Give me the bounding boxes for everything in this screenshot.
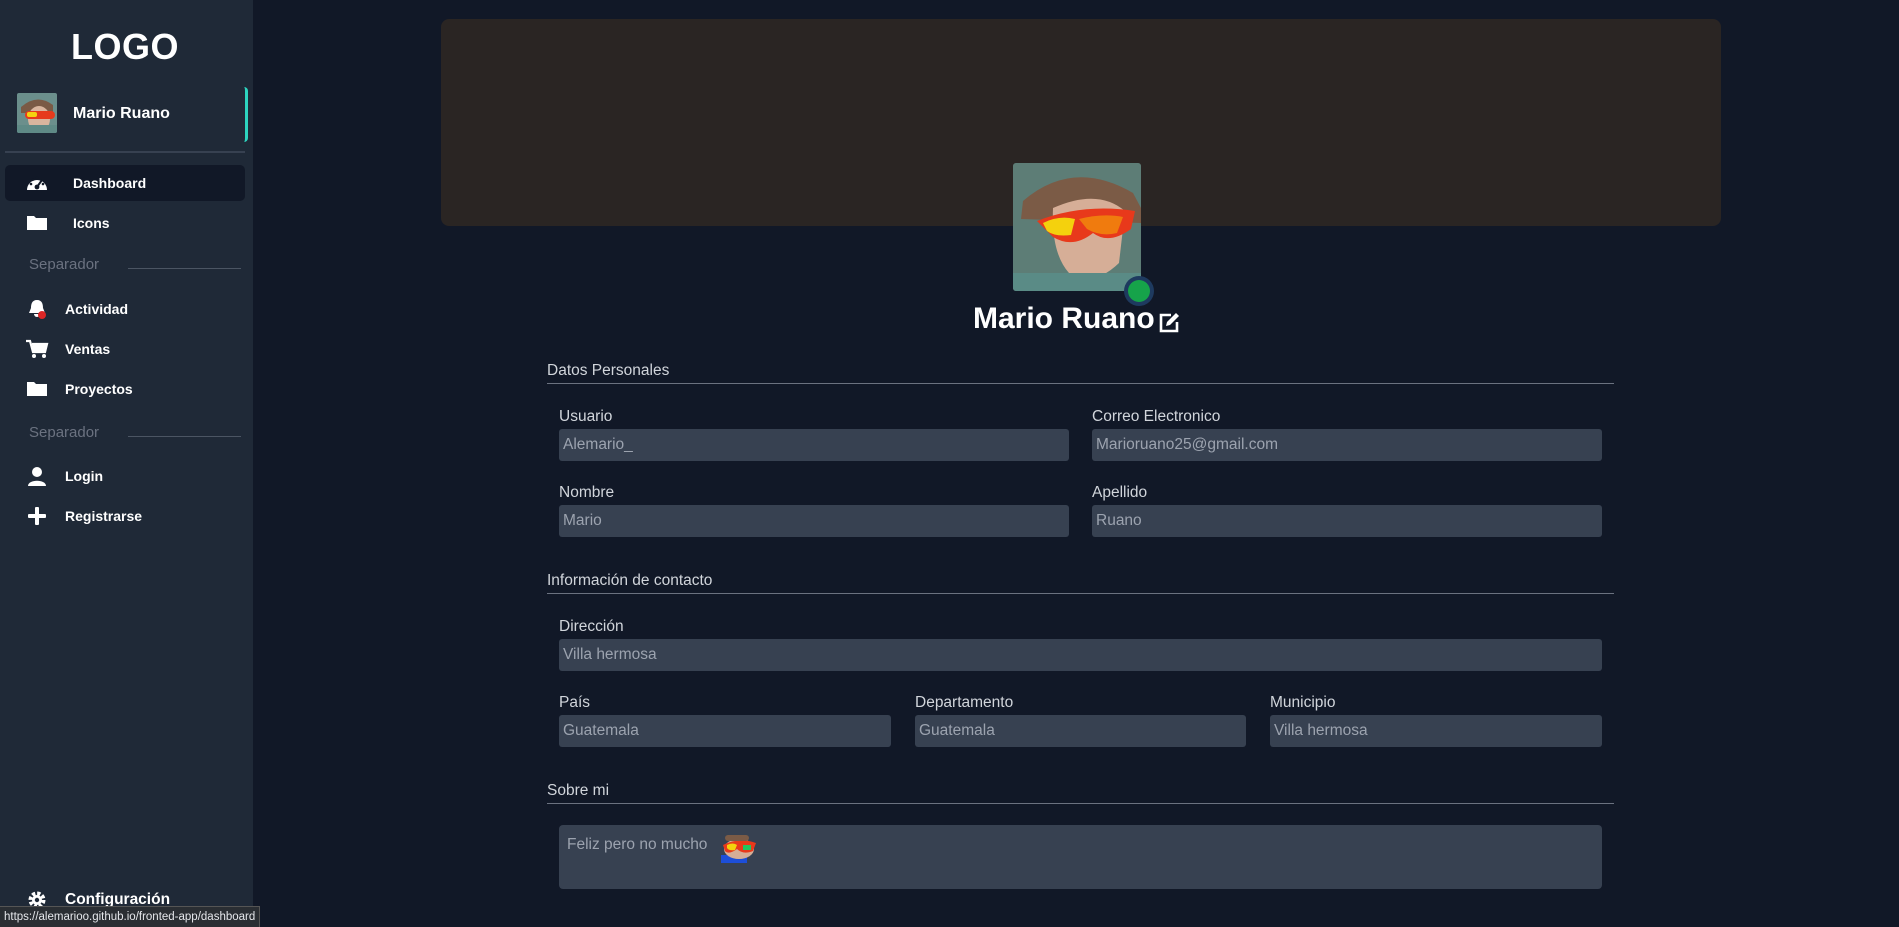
sidebar-item-icons[interactable]: Icons <box>5 205 245 241</box>
separator-label: Separador <box>29 424 100 441</box>
sidebar-item-registrarse[interactable]: Registrarse <box>5 498 245 534</box>
nombre-label: Nombre <box>559 484 615 501</box>
departamento-label: Departamento <box>915 694 1014 711</box>
sidebar-item-proyectos[interactable]: Proyectos <box>5 371 245 407</box>
online-status-indicator <box>1128 280 1150 302</box>
section-title-about: Sobre mi <box>547 782 610 799</box>
direccion-label: Dirección <box>559 618 624 635</box>
sidebar-item-label: Proyectos <box>65 381 133 397</box>
pais-field[interactable] <box>559 715 891 747</box>
folder-icon <box>25 213 49 233</box>
section-title-personal: Datos Personales <box>547 362 670 379</box>
logo: LOGO <box>71 26 179 67</box>
apellido-field[interactable] <box>1092 505 1602 537</box>
sidebar-item-label: Dashboard <box>73 175 147 191</box>
sidebar: LOGO Mario Ruano Dashboard Icons Separad… <box>0 0 253 927</box>
avatar <box>17 93 57 133</box>
sidebar-user[interactable]: Mario Ruano <box>5 87 248 142</box>
cart-icon <box>25 339 49 359</box>
edit-icon[interactable] <box>1157 311 1181 335</box>
separator-label: Separador <box>29 256 100 273</box>
sidebar-item-ventas[interactable]: Ventas <box>5 331 245 367</box>
section-divider <box>547 383 1614 384</box>
apellido-label: Apellido <box>1092 484 1148 501</box>
email-field[interactable] <box>1092 429 1602 461</box>
section-divider <box>547 593 1614 594</box>
correo-label: Correo Electronico <box>1092 408 1221 425</box>
departamento-field[interactable] <box>915 715 1246 747</box>
section-title-contact: Información de contacto <box>547 572 713 589</box>
direccion-field[interactable] <box>559 639 1602 671</box>
usuario-field[interactable] <box>559 429 1069 461</box>
browser-status-url: https://alemarioo.github.io/fronted-app/… <box>0 906 261 927</box>
sidebar-divider <box>5 151 245 153</box>
section-divider <box>547 803 1614 804</box>
usuario-label: Usuario <box>559 408 613 425</box>
municipio-field[interactable] <box>1270 715 1602 747</box>
sidebar-item-label: Login <box>65 468 104 484</box>
plus-icon <box>25 506 49 526</box>
sidebar-item-actividad[interactable]: Actividad <box>5 291 245 327</box>
sidebar-item-label: Icons <box>73 215 110 231</box>
separator-line <box>128 436 241 437</box>
nombre-field[interactable] <box>559 505 1069 537</box>
separator-line <box>128 268 241 269</box>
profile-photo[interactable] <box>1013 163 1141 291</box>
profile-name: Mario Ruano <box>973 302 1155 335</box>
pais-label: País <box>559 694 591 711</box>
sunglasses-emoji-icon <box>719 833 757 863</box>
user-icon <box>25 466 49 486</box>
municipio-label: Municipio <box>1270 694 1336 711</box>
sidebar-item-login[interactable]: Login <box>5 458 245 494</box>
dashboard-gauge-icon <box>25 173 49 193</box>
sidebar-item-dashboard[interactable]: Dashboard <box>5 165 245 201</box>
sidebar-user-name: Mario Ruano <box>73 105 170 122</box>
sidebar-item-label: Registrarse <box>65 508 143 524</box>
folder-icon <box>25 379 49 399</box>
about-textarea[interactable]: Feliz pero no mucho <box>559 825 1602 889</box>
sidebar-item-label: Actividad <box>65 301 129 317</box>
bell-icon <box>25 299 49 319</box>
about-text: Feliz pero no mucho <box>567 836 708 853</box>
sidebar-item-label: Ventas <box>65 341 111 357</box>
